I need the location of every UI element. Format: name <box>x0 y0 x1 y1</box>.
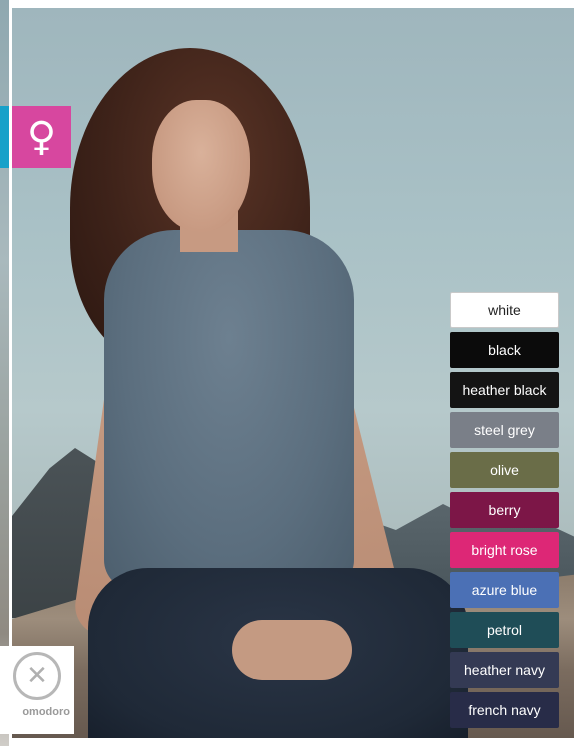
brand-badge: ✕ omodoro <box>0 646 74 734</box>
brand-name: omodoro <box>22 706 70 718</box>
color-swatch-heather-black[interactable]: heather black <box>450 372 559 408</box>
color-swatch-bright-rose[interactable]: bright rose <box>450 532 559 568</box>
left-edge-accent <box>0 106 9 168</box>
color-swatch-heather-navy[interactable]: heather navy <box>450 652 559 688</box>
female-symbol-icon: ♀ <box>26 114 57 160</box>
color-swatch-azure-blue[interactable]: azure blue <box>450 572 559 608</box>
female-badge: ♀ <box>12 106 71 168</box>
color-swatch-list: white black heather black steel grey oli… <box>450 292 559 732</box>
model-face <box>152 100 250 232</box>
color-swatch-petrol[interactable]: petrol <box>450 612 559 648</box>
color-swatch-olive[interactable]: olive <box>450 452 559 488</box>
model-hands <box>232 620 352 680</box>
color-swatch-black[interactable]: black <box>450 332 559 368</box>
color-swatch-white[interactable]: white <box>450 292 559 328</box>
color-swatch-french-navy[interactable]: french navy <box>450 692 559 728</box>
color-swatch-berry[interactable]: berry <box>450 492 559 528</box>
brand-logo-icon: ✕ <box>13 652 61 700</box>
model-tshirt <box>104 230 354 590</box>
color-swatch-steel-grey[interactable]: steel grey <box>450 412 559 448</box>
